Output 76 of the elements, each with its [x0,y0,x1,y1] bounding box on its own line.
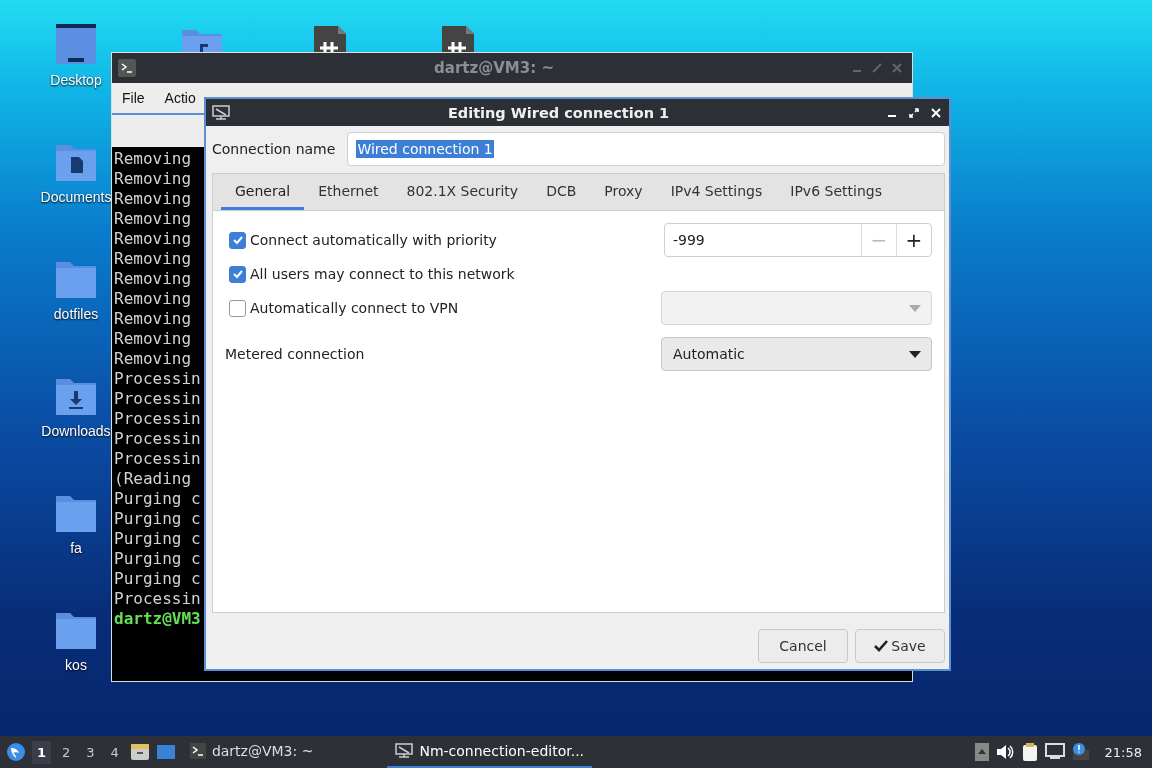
terminal-icon [118,59,136,77]
menu-item[interactable]: File [122,90,145,106]
tab[interactable]: General [221,174,305,210]
terminal-line: (Reading [114,469,192,489]
checkmark-icon [231,268,244,280]
terminal-line: Processin [114,589,201,609]
checkbox[interactable] [229,231,246,249]
terminal-line: Processin [114,369,201,389]
window-title: Editing Wired connection 1 [446,104,671,121]
icon-label[interactable]: Downloads [41,423,111,439]
window-title: dartz@VM3: ~ [433,59,555,77]
connection-name-field[interactable]: Wired connection 1 [347,132,945,166]
workspace-button[interactable]: 3 [81,740,100,764]
volume-icon[interactable] [994,743,1015,761]
show-desktop-icon[interactable] [155,743,176,761]
terminal-line: Removing [114,269,192,289]
terminal-icon [189,743,206,759]
terminal-line: Purging c [114,549,201,569]
terminal-line: Removing [114,189,192,209]
clock[interactable]: 21:58 [1096,744,1146,760]
checkbox-label[interactable]: All users may connect to this network [250,266,515,282]
field-label: Connection name [212,141,336,157]
terminal-line: Purging c [114,529,201,549]
icon-label[interactable]: kos [65,657,87,673]
file-manager-icon[interactable] [129,743,150,761]
workspace-button[interactable]: 4 [105,740,124,764]
workspace-button[interactable]: 2 [57,740,76,764]
shell-prompt: dartz@VM3 [114,609,201,629]
menu-item[interactable]: Actio [164,90,196,106]
tab[interactable]: Proxy [590,174,657,210]
checkbox-label[interactable]: Connect automatically with priority [250,232,497,248]
tab[interactable]: IPv6 Settings [776,174,896,210]
metered-dropdown[interactable]: Automatic [661,337,932,371]
terminal-line: Processin [114,449,201,469]
checkmark-icon [874,640,889,652]
tab[interactable]: 802.1X Security [392,174,533,210]
checkbox[interactable] [229,265,246,283]
terminal-line: Processin [114,429,201,449]
caret-icon [909,350,921,358]
terminal-line: Removing [114,349,192,369]
cancel-button[interactable]: Cancel [758,629,848,663]
checkmark-icon [231,234,244,246]
icon-label[interactable]: dotfiles [53,306,99,322]
network-icon [395,743,414,759]
clipboard-icon[interactable] [1020,742,1039,762]
workspace-button[interactable]: 1 [32,740,52,764]
terminal-line: Removing [114,249,192,269]
terminal-line: Removing [114,169,192,189]
notification-icon[interactable] [1070,742,1091,762]
tab[interactable]: DCB [532,174,591,210]
start-menu-icon[interactable] [6,742,26,762]
network-icon[interactable] [1044,743,1065,761]
terminal-line: Purging c [114,569,201,589]
terminal-line: Removing [114,329,192,349]
checkbox-label[interactable]: Automatically connect to VPN [250,300,459,316]
tab[interactable]: IPv4 Settings [656,174,777,210]
terminal-line: Removing [114,309,192,329]
terminal-line: Removing [114,209,192,229]
icon-label[interactable]: fa [70,540,82,556]
save-button[interactable]: Save [855,629,945,663]
terminal-line: Removing [114,289,192,309]
field-label: Metered connection [225,346,365,362]
terminal-line: Removing [114,229,192,249]
taskbar-button[interactable]: dartz@VM3: ~ [181,736,322,768]
checkbox[interactable] [229,299,246,317]
terminal-line: Purging c [114,489,201,509]
taskbar-button[interactable]: Nm-connection-editor... [387,736,593,768]
icon-label[interactable]: Documents [40,189,112,205]
terminal-line: Processin [114,389,201,409]
terminal-line: Purging c [114,509,201,529]
caret-icon [909,304,921,312]
tab[interactable]: Ethernet [304,174,393,210]
terminal-line: Processin [114,409,201,429]
terminal-line: Removing [114,149,192,169]
network-icon [212,104,230,121]
screen-icon[interactable] [54,22,98,66]
